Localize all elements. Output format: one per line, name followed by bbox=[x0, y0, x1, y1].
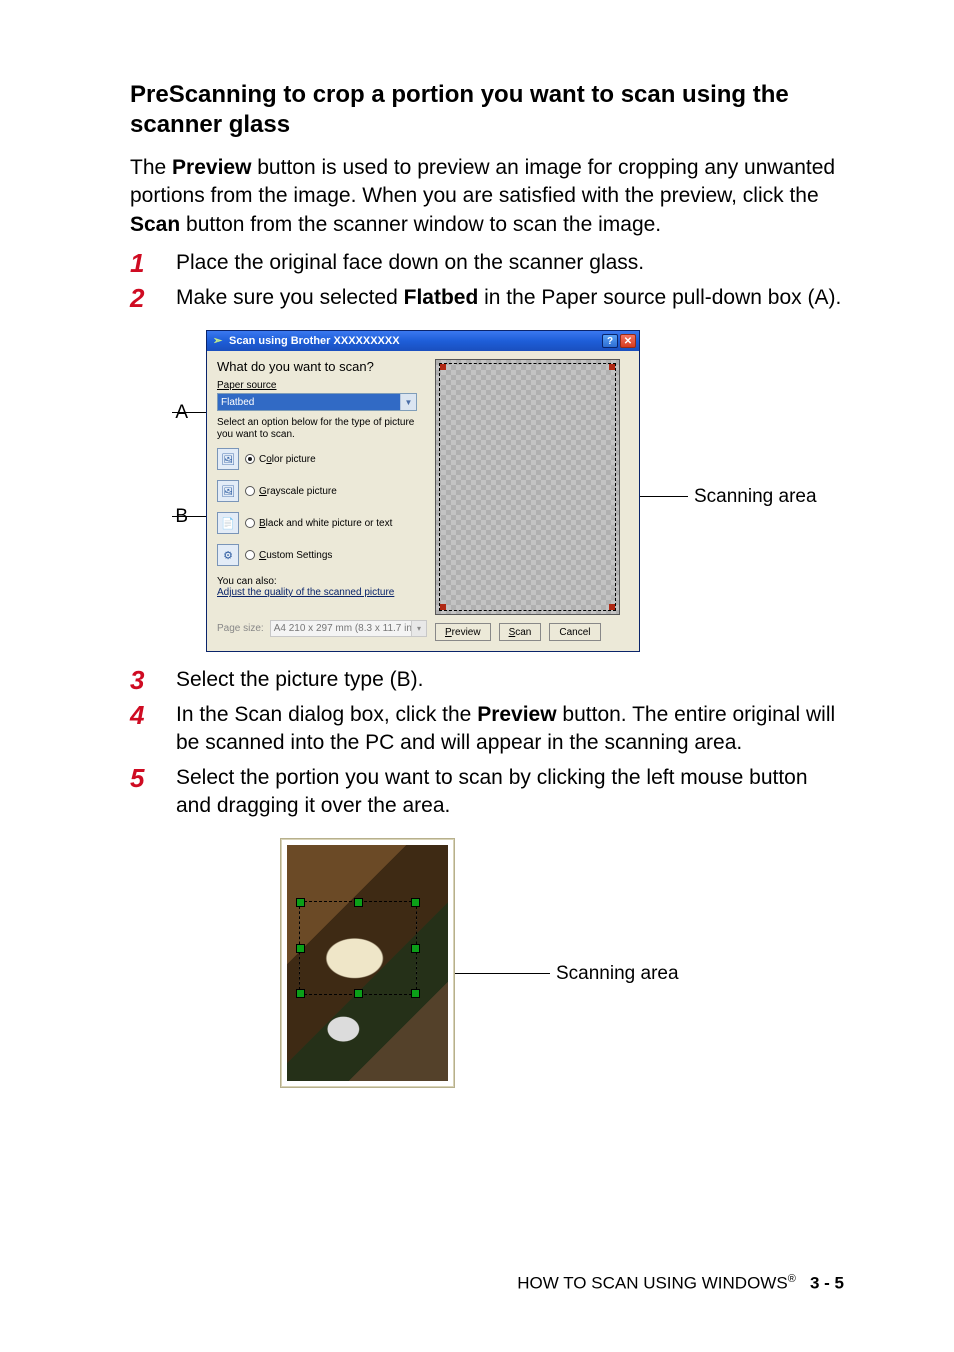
bw-text-icon: 📄 bbox=[217, 512, 239, 534]
window-title: Scan using Brother XXXXXXXXX bbox=[229, 335, 400, 347]
you-can-also-label: You can also: bbox=[217, 576, 427, 587]
crop-example-figure: Scanning area bbox=[280, 838, 820, 1088]
resize-handle[interactable] bbox=[354, 989, 363, 998]
text: Make sure you selected bbox=[176, 286, 404, 309]
resize-handle[interactable] bbox=[296, 898, 305, 907]
page-size-label: Page size: bbox=[217, 623, 264, 634]
preview-word: Preview bbox=[477, 703, 556, 726]
preview-area[interactable] bbox=[435, 359, 620, 615]
preview-word: Preview bbox=[172, 156, 251, 179]
step-row: 4 In the Scan dialog box, click the Prev… bbox=[130, 701, 844, 758]
section-heading: PreScanning to crop a portion you want t… bbox=[130, 80, 844, 140]
callout-line bbox=[172, 412, 206, 413]
step-number: 4 bbox=[130, 701, 176, 730]
step-number: 1 bbox=[130, 249, 176, 278]
scan-button[interactable]: Scan bbox=[499, 623, 542, 641]
step-number: 3 bbox=[130, 666, 176, 695]
scanned-photo-frame bbox=[280, 838, 455, 1088]
scanned-photo bbox=[287, 845, 448, 1081]
step-row: 1 Place the original face down on the sc… bbox=[130, 249, 844, 278]
radio-icon bbox=[245, 518, 255, 528]
paper-source-label: Paper source bbox=[217, 380, 427, 391]
resize-handle[interactable] bbox=[296, 944, 305, 953]
callout-line bbox=[632, 496, 688, 497]
footer-text: HOW TO SCAN USING WINDOWS bbox=[517, 1274, 787, 1293]
color-picture-icon: 🖼 bbox=[217, 448, 239, 470]
close-button[interactable]: ✕ bbox=[620, 334, 636, 348]
radio-icon bbox=[245, 454, 255, 464]
step-text: Make sure you selected Flatbed in the Pa… bbox=[176, 284, 844, 312]
scan-word: Scan bbox=[130, 213, 180, 236]
callout-line bbox=[172, 516, 206, 517]
text: in the Paper source pull-down box (A). bbox=[478, 286, 841, 309]
chevron-down-icon: ▼ bbox=[400, 394, 416, 410]
option-bw-picture[interactable]: 📄 Black and white picture or text bbox=[217, 512, 427, 534]
step-number: 5 bbox=[130, 764, 176, 793]
step-row: 2 Make sure you selected Flatbed in the … bbox=[130, 284, 844, 313]
option-color-picture[interactable]: 🖼 Color picture bbox=[217, 448, 427, 470]
scan-dialog-window: ➣ Scan using Brother XXXXXXXXX ? ✕ What … bbox=[206, 330, 640, 652]
step-text: In the Scan dialog box, click the Previe… bbox=[176, 701, 844, 758]
paper-source-value: Flatbed bbox=[221, 397, 254, 408]
step-text: Select the picture type (B). bbox=[176, 666, 844, 694]
step-row: 5 Select the portion you want to scan by… bbox=[130, 764, 844, 821]
scan-dialog-figure: A B Scanning area ➣ Scan using Brother X… bbox=[142, 330, 842, 652]
radio-icon bbox=[245, 550, 255, 560]
text: The bbox=[130, 156, 172, 179]
resize-handle[interactable] bbox=[440, 364, 446, 370]
page-size-select[interactable]: A4 210 x 297 mm (8.3 x 11.7 inc ▾ bbox=[270, 620, 427, 637]
resize-handle[interactable] bbox=[609, 604, 615, 610]
dialog-prompt: What do you want to scan? bbox=[217, 359, 427, 374]
option-label: Color picture bbox=[259, 454, 316, 465]
selection-rect[interactable] bbox=[439, 363, 616, 611]
step-number: 2 bbox=[130, 284, 176, 313]
crop-selection[interactable] bbox=[299, 901, 417, 995]
resize-handle[interactable] bbox=[411, 898, 420, 907]
cancel-button[interactable]: Cancel bbox=[549, 623, 600, 641]
grayscale-picture-icon: 🖼 bbox=[217, 480, 239, 502]
paper-source-select[interactable]: Flatbed ▼ bbox=[217, 393, 417, 411]
select-instruction: Select an option below for the type of p… bbox=[217, 417, 427, 440]
step-text: Select the portion you want to scan by c… bbox=[176, 764, 844, 821]
chevron-down-icon: ▾ bbox=[411, 621, 426, 636]
option-grayscale-picture[interactable]: 🖼 Grayscale picture bbox=[217, 480, 427, 502]
option-label: Custom Settings bbox=[259, 550, 332, 561]
page-footer: HOW TO SCAN USING WINDOWS® 3 - 5 bbox=[517, 1273, 844, 1294]
help-button[interactable]: ? bbox=[602, 334, 618, 348]
page-number: 3 - 5 bbox=[810, 1274, 844, 1293]
option-label: Black and white picture or text bbox=[259, 518, 392, 529]
resize-handle[interactable] bbox=[609, 364, 615, 370]
callout-scanning-area: Scanning area bbox=[694, 486, 817, 508]
preview-button[interactable]: Preview bbox=[435, 623, 491, 641]
resize-handle[interactable] bbox=[354, 898, 363, 907]
custom-settings-icon: ⚙ bbox=[217, 544, 239, 566]
callout-a: A bbox=[142, 402, 188, 424]
radio-icon bbox=[245, 486, 255, 496]
text: button from the scanner window to scan t… bbox=[180, 213, 661, 236]
option-label: Grayscale picture bbox=[259, 486, 337, 497]
titlebar: ➣ Scan using Brother XXXXXXXXX ? ✕ bbox=[207, 331, 639, 351]
resize-handle[interactable] bbox=[411, 989, 420, 998]
step-text: Place the original face down on the scan… bbox=[176, 249, 844, 277]
adjust-quality-link[interactable]: Adjust the quality of the scanned pictur… bbox=[217, 587, 427, 598]
callout-scanning-area: Scanning area bbox=[556, 963, 679, 985]
resize-handle[interactable] bbox=[411, 944, 420, 953]
flatbed-word: Flatbed bbox=[404, 286, 479, 309]
registered-mark: ® bbox=[788, 1273, 796, 1285]
option-custom-settings[interactable]: ⚙ Custom Settings bbox=[217, 544, 427, 566]
callout-b: B bbox=[142, 506, 188, 528]
resize-handle[interactable] bbox=[296, 989, 305, 998]
callout-line bbox=[455, 973, 550, 974]
scanner-icon: ➣ bbox=[213, 335, 225, 347]
page-size-value: A4 210 x 297 mm (8.3 x 11.7 inc bbox=[274, 623, 417, 634]
resize-handle[interactable] bbox=[440, 604, 446, 610]
intro-paragraph: The Preview button is used to preview an… bbox=[130, 154, 844, 239]
step-row: 3 Select the picture type (B). bbox=[130, 666, 844, 695]
